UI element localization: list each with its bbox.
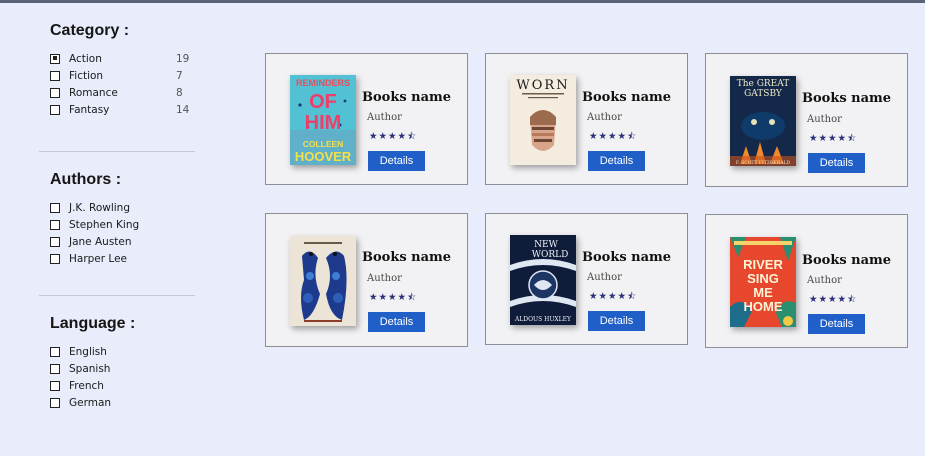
category-count: 14 (176, 103, 190, 116)
cover-text: HIM (305, 112, 342, 134)
author-filter-austen[interactable]: Jane Austen (50, 233, 190, 250)
details-button[interactable]: Details (808, 153, 865, 173)
book-author: Author (807, 275, 842, 286)
category-filter-romance[interactable]: Romance 8 (50, 84, 190, 101)
checkbox[interactable] (50, 253, 60, 264)
checkbox[interactable] (50, 202, 60, 213)
book-author: Author (587, 112, 622, 123)
details-button[interactable]: Details (368, 151, 425, 171)
cover-text: ALDOUS HUXLEY (514, 316, 572, 323)
category-count: 19 (176, 52, 190, 65)
cover-text: F. SCOTT FITZGERALD (736, 160, 791, 166)
book-title: Books name (802, 91, 892, 106)
book-title: Books name (582, 250, 672, 265)
book-cover-image[interactable]: The GREAT GATSBY F. SCOTT FITZGERALD (730, 76, 796, 166)
book-title: Books name (802, 253, 892, 268)
divider (39, 295, 195, 296)
book-card: NEW WORLD ALDOUS HUXLEY Books name Autho… (485, 213, 688, 345)
category-filter-action[interactable]: Action 19 (50, 50, 190, 67)
category-count: 8 (176, 86, 183, 99)
cover-text: HOOVER (295, 149, 352, 164)
book-card: WORN Books name Author ★★★★⯪ Details (485, 53, 688, 185)
cover-text: HOME (744, 299, 783, 314)
book-author: Author (367, 273, 402, 284)
language-filter-english[interactable]: English (50, 343, 190, 360)
cover-text: RIVER (743, 257, 783, 272)
book-author: Author (367, 112, 402, 123)
language-filter-spanish[interactable]: Spanish (50, 360, 190, 377)
language-title: Language : (50, 315, 136, 332)
book-card: REMINDERS OF HIM COLLEEN HOOVER Books na… (265, 53, 468, 185)
filter-sidebar: Category : Action 19 Fiction 7 Romance 8 Fa… (0, 0, 230, 456)
checkbox[interactable] (50, 87, 60, 98)
details-button[interactable]: Details (808, 314, 865, 334)
checkbox[interactable] (50, 380, 60, 391)
checkbox-checked[interactable] (50, 53, 60, 64)
authors-filter-list: J.K. Rowling Stephen King Jane Austen Ha… (50, 199, 190, 267)
book-cover-image[interactable]: WORN (510, 75, 576, 165)
cover-text: GATSBY (744, 89, 783, 99)
star-rating: ★★★★⯪ (809, 133, 858, 144)
checkbox[interactable] (50, 236, 60, 247)
star-rating: ★★★★⯪ (589, 131, 638, 142)
cover-text: REMINDERS (296, 78, 350, 88)
language-filter-german[interactable]: German (50, 394, 190, 411)
details-button[interactable]: Details (368, 312, 425, 332)
language-filter-list: English Spanish French German (50, 343, 190, 411)
authors-title: Authors : (50, 171, 122, 188)
book-author: Author (807, 114, 842, 125)
category-filter-fiction[interactable]: Fiction 7 (50, 67, 190, 84)
book-cover-image[interactable] (290, 236, 356, 326)
author-filter-lee[interactable]: Harper Lee (50, 250, 190, 267)
cover-text: NEW (534, 240, 558, 250)
cover-text: The GREAT (737, 79, 790, 89)
book-title: Books name (362, 90, 452, 105)
category-title: Category : (50, 22, 130, 39)
author-filter-rowling[interactable]: J.K. Rowling (50, 199, 190, 216)
book-card: RIVER SING ME HOME Books name Author ★★★… (705, 214, 908, 348)
book-author: Author (587, 272, 622, 283)
category-filter-list: Action 19 Fiction 7 Romance 8 Fantasy 14 (50, 50, 190, 118)
book-cover-image[interactable]: RIVER SING ME HOME (730, 237, 796, 327)
cover-text: OF (309, 91, 337, 113)
category-count: 7 (176, 69, 183, 82)
cover-text: WORLD (532, 250, 569, 260)
cover-text: WORN (516, 78, 569, 93)
book-title: Books name (582, 90, 672, 105)
book-card: Books name Author ★★★★⯪ Details (265, 213, 468, 347)
cover-text: SING (747, 271, 779, 286)
checkbox[interactable] (50, 219, 60, 230)
details-button[interactable]: Details (588, 311, 645, 331)
star-rating: ★★★★⯪ (589, 291, 638, 302)
language-filter-french[interactable]: French (50, 377, 190, 394)
author-filter-king[interactable]: Stephen King (50, 216, 190, 233)
cover-text: ME (753, 285, 773, 300)
star-rating: ★★★★⯪ (809, 294, 858, 305)
divider (39, 151, 195, 152)
details-button[interactable]: Details (588, 151, 645, 171)
book-title: Books name (362, 250, 452, 265)
cover-text: COLLEEN (303, 139, 344, 149)
category-filter-fantasy[interactable]: Fantasy 14 (50, 101, 190, 118)
checkbox[interactable] (50, 346, 60, 357)
book-card: The GREAT GATSBY F. SCOTT FITZGERALD Boo… (705, 53, 908, 187)
book-cover-image[interactable]: REMINDERS OF HIM COLLEEN HOOVER (290, 75, 356, 165)
checkbox[interactable] (50, 104, 60, 115)
checkbox[interactable] (50, 70, 60, 81)
checkbox[interactable] (50, 363, 60, 374)
book-cover-image[interactable]: NEW WORLD ALDOUS HUXLEY (510, 235, 576, 325)
star-rating: ★★★★⯪ (369, 292, 418, 303)
star-rating: ★★★★⯪ (369, 131, 418, 142)
checkbox[interactable] (50, 397, 60, 408)
